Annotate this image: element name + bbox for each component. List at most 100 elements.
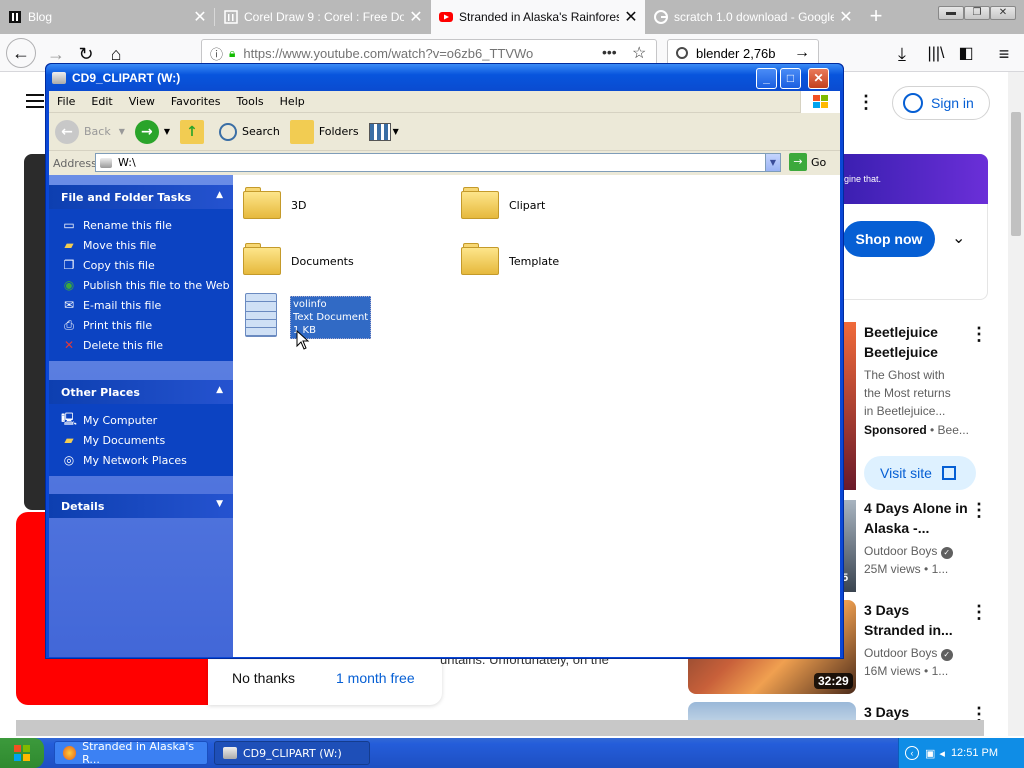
menu-favorites[interactable]: Favorites (163, 95, 229, 108)
place-my-documents[interactable]: ▰ My Documents (61, 430, 233, 450)
menu-view[interactable]: View (121, 95, 163, 108)
taskbar-item-firefox[interactable]: Stranded in Alaska's R... (54, 740, 208, 766)
archive-icon (224, 10, 238, 24)
menu-bar: File Edit View Favorites Tools Help (49, 91, 840, 113)
sign-in-button[interactable]: Sign in (892, 86, 990, 120)
menu-icon[interactable]: ≡ (990, 40, 1018, 68)
place-my-network[interactable]: ◎ My Network Places (61, 450, 233, 470)
more-icon[interactable]: ⋮ (970, 500, 988, 521)
task-move[interactable]: ▰ Move this file (61, 235, 233, 255)
tab-youtube[interactable]: Stranded in Alaska's Rainforest ✕ (431, 0, 645, 34)
close-icon[interactable]: ✕ (838, 7, 854, 27)
library-icon[interactable]: |||\ (922, 40, 950, 68)
up-folder-button[interactable]: ↑ (180, 119, 209, 144)
tray-expand-icon[interactable]: ‹ (905, 746, 919, 760)
video-title[interactable]: Beetlejuice Beetlejuice (864, 322, 938, 362)
one-month-free-button[interactable]: 1 month free (336, 670, 415, 686)
info-icon[interactable]: ⓘ (210, 44, 223, 63)
forward-button[interactable]: → ▼ (134, 119, 170, 144)
taskbar: Stranded in Alaska's R... CD9_CLIPART (W… (0, 738, 1024, 768)
close-icon[interactable]: ✕ (408, 7, 424, 27)
more-icon[interactable]: ⋮ (970, 602, 988, 623)
menu-help[interactable]: Help (272, 95, 313, 108)
folder-name: 3D (291, 199, 307, 212)
back-button[interactable]: ← (6, 38, 36, 68)
minimize-button[interactable]: _ (756, 68, 777, 89)
close-button[interactable]: ✕ (808, 68, 829, 89)
dropdown-arrow-icon[interactable]: ▼ (164, 127, 170, 136)
new-tab-button[interactable]: + (864, 2, 888, 30)
browser-tab-bar: Blog ✕ Corel Draw 9 : Corel : Free Dow ✕… (0, 0, 1024, 34)
folder-icon (461, 185, 499, 219)
more-icon[interactable]: ⋮ (857, 92, 875, 113)
folder-item[interactable]: Documents (243, 241, 354, 275)
expand-chevron-icon[interactable]: ▼ (216, 499, 223, 509)
horizontal-scrollbar[interactable] (16, 720, 984, 736)
minimize-button[interactable]: ▬ (938, 6, 964, 20)
place-my-computer[interactable]: 🖳︎ My Computer (61, 410, 233, 430)
task-copy[interactable]: ❐ Copy this file (61, 255, 233, 275)
volume-tray-icon[interactable]: ◂ (939, 747, 945, 760)
sidebar-toggle-icon[interactable]: ◧ (952, 40, 980, 68)
collapse-chevron-icon[interactable]: ▲ (216, 190, 223, 200)
task-publish[interactable]: ◉ Publish this file to the Web (61, 275, 233, 295)
task-email[interactable]: ✉ E-mail this file (61, 295, 233, 315)
clock[interactable]: 12:51 PM (951, 747, 998, 759)
task-rename[interactable]: ▭ Rename this file (61, 215, 233, 235)
folder-item[interactable]: Template (461, 241, 559, 275)
go-button[interactable]: → Go (789, 153, 826, 171)
menu-file[interactable]: File (49, 95, 83, 108)
visit-site-button[interactable]: Visit site (864, 456, 976, 490)
details-header[interactable]: Details ▼ (49, 494, 233, 518)
ad-banner[interactable]: gine that. (840, 154, 988, 204)
more-icon[interactable]: ⋮ (970, 324, 988, 345)
folder-item[interactable]: Clipart (461, 185, 545, 219)
menu-tools[interactable]: Tools (229, 95, 272, 108)
drive-icon (52, 71, 66, 84)
maximize-button[interactable]: ❐ (964, 6, 990, 20)
close-window-button[interactable]: ✕ (990, 6, 1016, 20)
vertical-scrollbar[interactable] (1008, 72, 1024, 736)
close-icon[interactable]: ✕ (623, 7, 639, 27)
channel-name[interactable]: Outdoor Boys ✓ (864, 644, 953, 662)
folders-button[interactable]: Folders (289, 119, 359, 144)
search-go-icon[interactable]: → (794, 44, 810, 62)
file-folder-tasks-header[interactable]: File and Folder Tasks ▲ (49, 185, 233, 209)
bookmark-star-icon[interactable]: ☆ (632, 43, 646, 63)
shop-now-button[interactable]: Shop now (843, 221, 935, 257)
start-button[interactable] (0, 738, 44, 768)
tab-blog[interactable]: Blog ✕ (0, 0, 214, 34)
hamburger-icon[interactable] (26, 94, 44, 108)
download-icon[interactable]: ⤓ (888, 40, 916, 68)
views-button[interactable]: ▼ (368, 122, 399, 141)
folder-icon (461, 241, 499, 275)
close-icon[interactable]: ✕ (192, 7, 208, 27)
mouse-cursor-icon (296, 330, 310, 350)
folder-item[interactable]: 3D (243, 185, 306, 219)
address-field[interactable]: W:\ ▼ (95, 153, 781, 172)
other-places-header[interactable]: Other Places ▲ (49, 380, 233, 404)
maximize-button[interactable]: □ (780, 68, 801, 89)
back-button[interactable]: ← Back ▼ (55, 119, 125, 144)
title-line: Alaska -... (864, 520, 930, 536)
task-print[interactable]: ⎙ Print this file (61, 315, 233, 335)
tab-corel[interactable]: Corel Draw 9 : Corel : Free Dow ✕ (216, 0, 430, 34)
explorer-title-bar[interactable]: CD9_CLIPART (W:) _ □ ✕ (46, 64, 843, 91)
video-title[interactable]: 3 Days (864, 702, 909, 722)
collapse-chevron-icon[interactable]: ▲ (216, 385, 223, 395)
menu-edit[interactable]: Edit (83, 95, 120, 108)
video-title[interactable]: 4 Days Alone in Alaska -... (864, 498, 968, 538)
chevron-down-icon[interactable]: ⌄ (952, 228, 965, 248)
tab-google[interactable]: scratch 1.0 download - Google S ✕ (646, 0, 860, 34)
dropdown-arrow-icon[interactable]: ▼ (119, 127, 125, 136)
taskbar-item-explorer[interactable]: CD9_CLIPART (W:) (214, 741, 370, 765)
task-delete[interactable]: ✕ Delete this file (61, 335, 233, 355)
page-actions-icon[interactable]: ••• (602, 44, 617, 60)
network-tray-icon[interactable]: ▣ (925, 747, 935, 760)
address-dropdown-icon[interactable]: ▼ (765, 154, 780, 171)
verified-icon: ✓ (940, 547, 953, 559)
video-title[interactable]: 3 Days Stranded in... (864, 600, 953, 640)
channel-name[interactable]: Outdoor Boys ✓ (864, 542, 953, 560)
no-thanks-button[interactable]: No thanks (232, 670, 295, 686)
search-button[interactable]: Search (219, 122, 280, 141)
